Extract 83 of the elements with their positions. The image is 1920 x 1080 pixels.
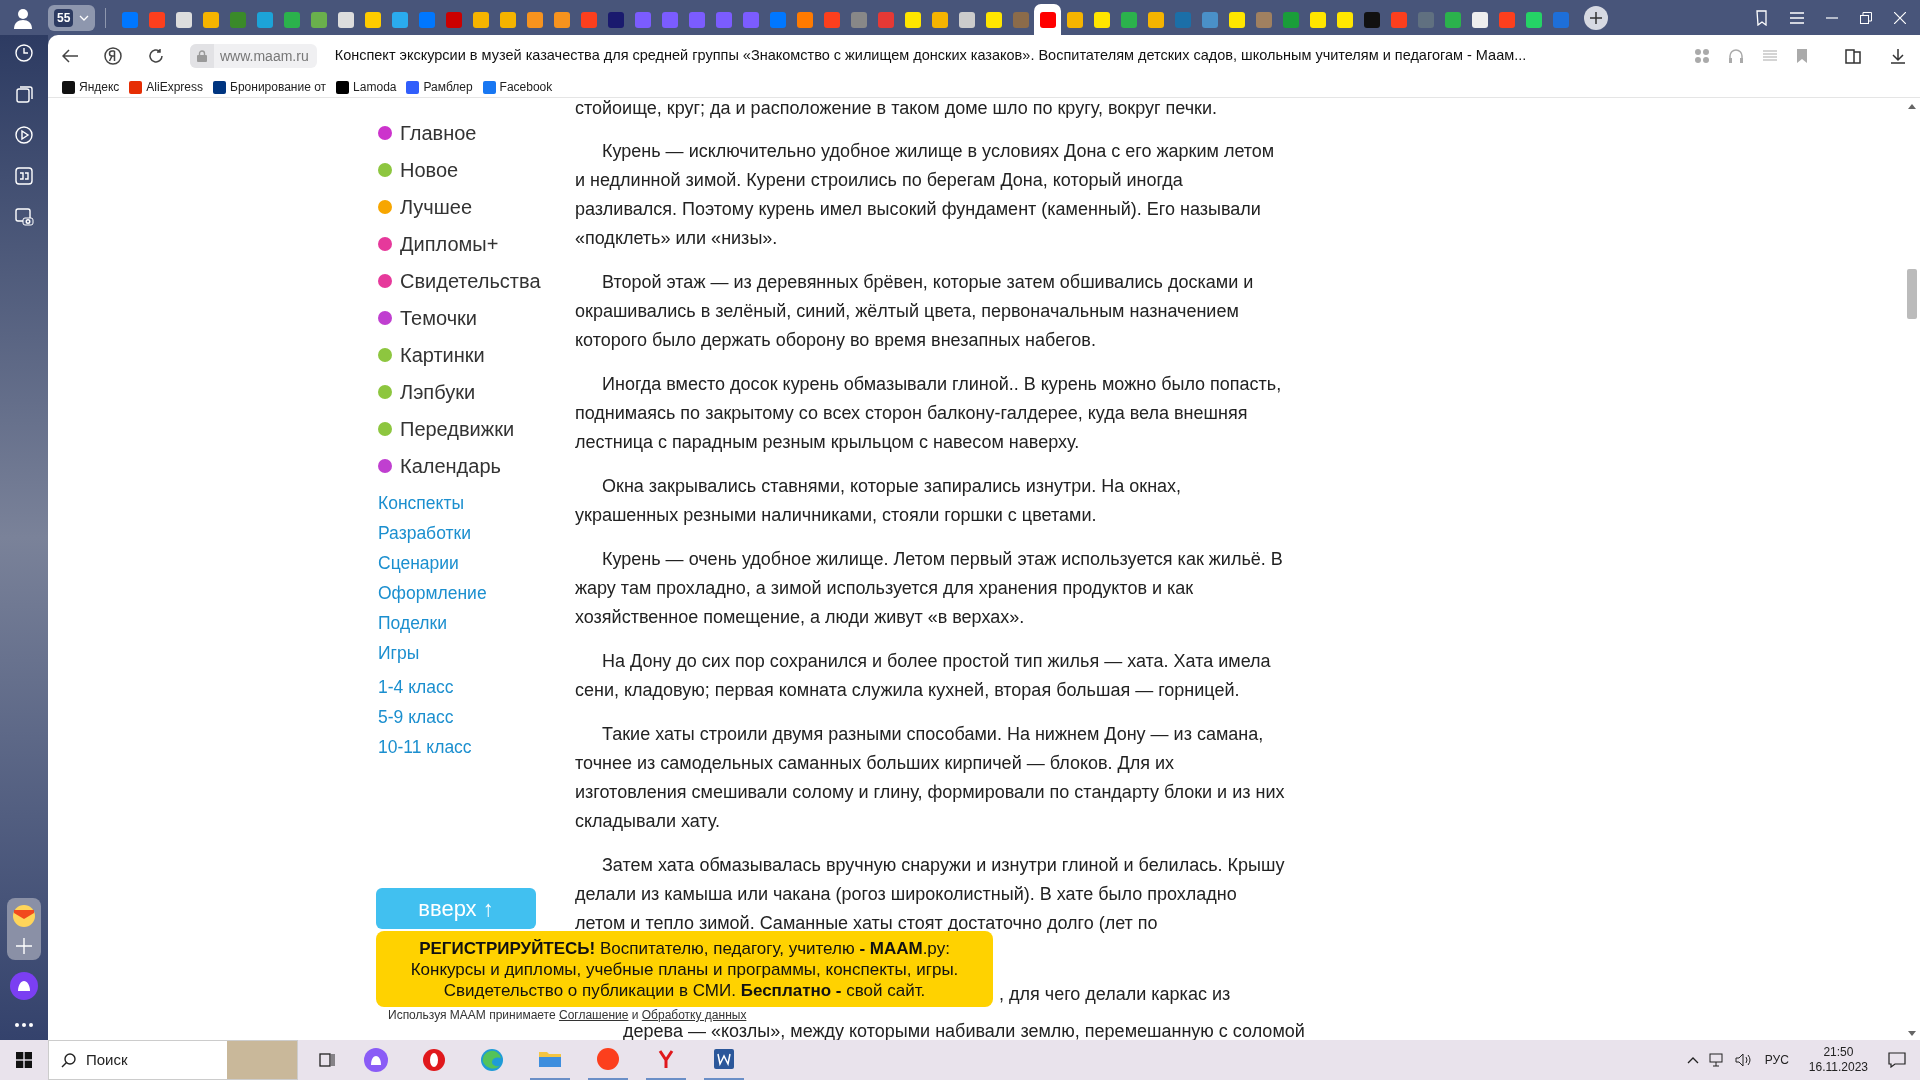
screenshot-icon[interactable] <box>14 207 34 227</box>
consent-text: Используя МААМ принимаете Соглашение и Обработку данных <box>388 1008 748 1022</box>
browser-tab[interactable] <box>1034 4 1062 35</box>
nav-link[interactable]: Сценарии <box>378 550 459 580</box>
lock-icon <box>197 50 207 62</box>
category-link[interactable]: Новое <box>378 151 575 188</box>
category-link[interactable]: Передвижки <box>378 410 575 447</box>
back-icon[interactable] <box>62 49 78 63</box>
windows-start-icon[interactable] <box>16 1052 32 1068</box>
nav-link[interactable]: Поделки <box>378 610 447 640</box>
volume-icon[interactable] <box>1734 1053 1751 1067</box>
nav-link[interactable]: Игры <box>378 640 420 670</box>
article-paragraph: На Дону до сих пор сохранился и более простой тип жилья — хата. Хата имела сени, кладовую; первая комната служила кухней, вторая большая — горницей. <box>575 650 1272 702</box>
collections-icon[interactable] <box>1844 47 1862 65</box>
category-link[interactable]: Свидетельства <box>378 262 575 299</box>
restore-icon[interactable] <box>1860 11 1872 24</box>
article-text: стойоище, круг; да и расположение в таком доме шло по кругу, вокруг печки. <box>575 98 1218 120</box>
headphones-icon[interactable] <box>1728 48 1744 64</box>
article-paragraph: Такие хаты строили двумя разными способами. На нижнем Дону — из самана, точнее из самодельных саманных больших кирпичей — блоков. Для их изготовления смешивали солому и глину, формировали по стандарту блоки и из них складывали хату. <box>575 723 1286 833</box>
language-indicator[interactable]: РУС <box>1764 1051 1789 1069</box>
bookmark-link[interactable]: Яндекс <box>62 78 120 96</box>
profile-icon[interactable] <box>12 6 34 29</box>
close-icon[interactable] <box>1894 11 1906 24</box>
tab-group-button[interactable]: 55 <box>48 4 96 31</box>
search-field[interactable]: Поиск <box>48 1040 298 1080</box>
history-icon[interactable] <box>14 43 34 63</box>
article-paragraph: Курень — исключительно удобное жилище в условиях Дона с его жарким летом и недлинной зимой. Курени строились по берегам Дона, который иногда разливался. Поэтому курень имел высокий фундамент (каменный). Его называли «подклеть» или «низы». <box>575 140 1276 250</box>
category-link[interactable]: Дипломы+ <box>378 225 575 262</box>
more-icon[interactable] <box>14 1022 34 1028</box>
clock-date[interactable]: 16.11.2023 <box>1808 1060 1868 1075</box>
article-paragraph: Курень — очень удобное жилище. Летом первый этаж используется как жильё. В жару там прохладно, а зимой используется для хранения продуктов и как хозяйственное помещение, а люди живут «в верхах». <box>575 548 1284 629</box>
article-paragraph: Второй этаж — из деревянных брёвен, которые затем обшивались досками и окрашивались в зелёный, синий, жёлтый цвета, первоначальным назначением которого было держать оборону во время внезапных набегов. <box>575 271 1255 352</box>
search-icon <box>61 1052 76 1068</box>
grade-link[interactable]: 5-9 класс <box>378 704 454 734</box>
category-link[interactable]: Картинки <box>378 336 575 373</box>
grade-link[interactable]: 10-11 класс <box>378 734 472 764</box>
url-field[interactable]: www.maam.ru <box>190 44 317 68</box>
yandex-icon[interactable] <box>104 47 122 65</box>
category-link[interactable]: Темочки <box>378 299 575 336</box>
notes-icon[interactable] <box>14 84 34 104</box>
tab-group-label: 55 <box>54 8 74 27</box>
bookmark-link[interactable]: Lamoda <box>336 78 397 96</box>
grade-link[interactable]: 1-4 класс <box>378 674 454 704</box>
banner-text: РЕГИСТРИРУЙТЕСЬ! Воспитателю, педагогу, учителю - МААМ.ру: Конкурсы и дипломы, учебные планы и программы, конспекты, игры. Свидетельство о публикации в СМИ. Бесплатно - свой сайт. <box>409 937 960 1001</box>
assistant-icon[interactable] <box>10 972 38 1000</box>
caret-icon[interactable] <box>79 14 90 21</box>
plus-icon[interactable] <box>1590 11 1603 24</box>
bookmark-link[interactable]: Бронирование от <box>213 78 327 96</box>
bookmarks-icon[interactable] <box>1754 9 1768 26</box>
bookmark-link[interactable]: Рамблер <box>406 78 473 96</box>
scroll-down-arrow-icon[interactable] <box>1908 1031 1916 1036</box>
article-paragraph: Иногда вместо досок курень обмазывали глиной.. В курень можно было попасть, поднимаясь по закрытому со всех сторон балкону-галдерее, куда вела внешняя лестница с парадным резным крыльцом с навесом наверху. <box>575 373 1283 454</box>
menu-icon[interactable] <box>1790 11 1804 24</box>
clock-time[interactable]: 21:50 <box>1823 1045 1854 1060</box>
search-highlight-picture <box>227 1041 297 1079</box>
article-text: дерева — «козлы», между которыми набивали землю, перемешанную с соломой <box>623 1022 1306 1040</box>
agreement-link[interactable]: Соглашение <box>558 1008 629 1022</box>
category-link[interactable]: Главное <box>378 114 575 151</box>
data-processing-link[interactable]: Обработку данных <box>641 1008 747 1022</box>
notifications-icon[interactable] <box>1888 1052 1906 1068</box>
category-link[interactable]: Лэпбуки <box>378 373 575 410</box>
article-text: , для чего делали каркас из <box>999 983 1231 1006</box>
bookmark-icon[interactable] <box>1796 48 1808 64</box>
article-paragraph: Окна закрывались ставнями, которые запирались изнутри. На окнах, украшенных резными наличниками, стояли горшки с цветами. <box>575 475 1183 527</box>
scrollbar-thumb[interactable] <box>1907 269 1917 319</box>
reload-icon[interactable] <box>148 48 164 64</box>
play-icon[interactable] <box>14 125 34 145</box>
category-link[interactable]: Календарь <box>378 447 575 484</box>
nav-link[interactable]: Разработки <box>378 520 471 550</box>
bookmark-link[interactable]: Facebook <box>482 78 553 96</box>
network-icon[interactable] <box>1708 1053 1725 1067</box>
category-link[interactable]: Лучшее <box>378 188 575 225</box>
nav-link[interactable]: Конспекты <box>378 490 464 520</box>
scroll-up-arrow-icon[interactable] <box>1908 104 1916 109</box>
extensions-icon[interactable] <box>1694 48 1710 64</box>
assistant-app-icon[interactable] <box>361 1045 391 1075</box>
bookmark-link[interactable]: AliExpress <box>129 78 204 96</box>
page-title: Конспект экскурсии в музей казачества для средней группы «Знакомство с жилищем донских казаков». Воспитателям детских садов, школьным учителям и педагогам - Маам... <box>334 46 1527 66</box>
download-icon[interactable] <box>1890 48 1906 64</box>
chevron-up-icon[interactable] <box>1686 1056 1699 1064</box>
registration-banner[interactable]: РЕГИСТРИРУЙТЕСЬ! Воспитателю, педагогу, учителю - МААМ.ру: Конкурсы и дипломы, учебные планы и программы, конспекты, игры. Свидетельство о публикации в СМИ. Бесплатно - свой сайт. <box>376 931 993 1007</box>
mail-app-icon[interactable] <box>12 904 36 928</box>
nav-link[interactable]: Оформление <box>378 580 487 610</box>
